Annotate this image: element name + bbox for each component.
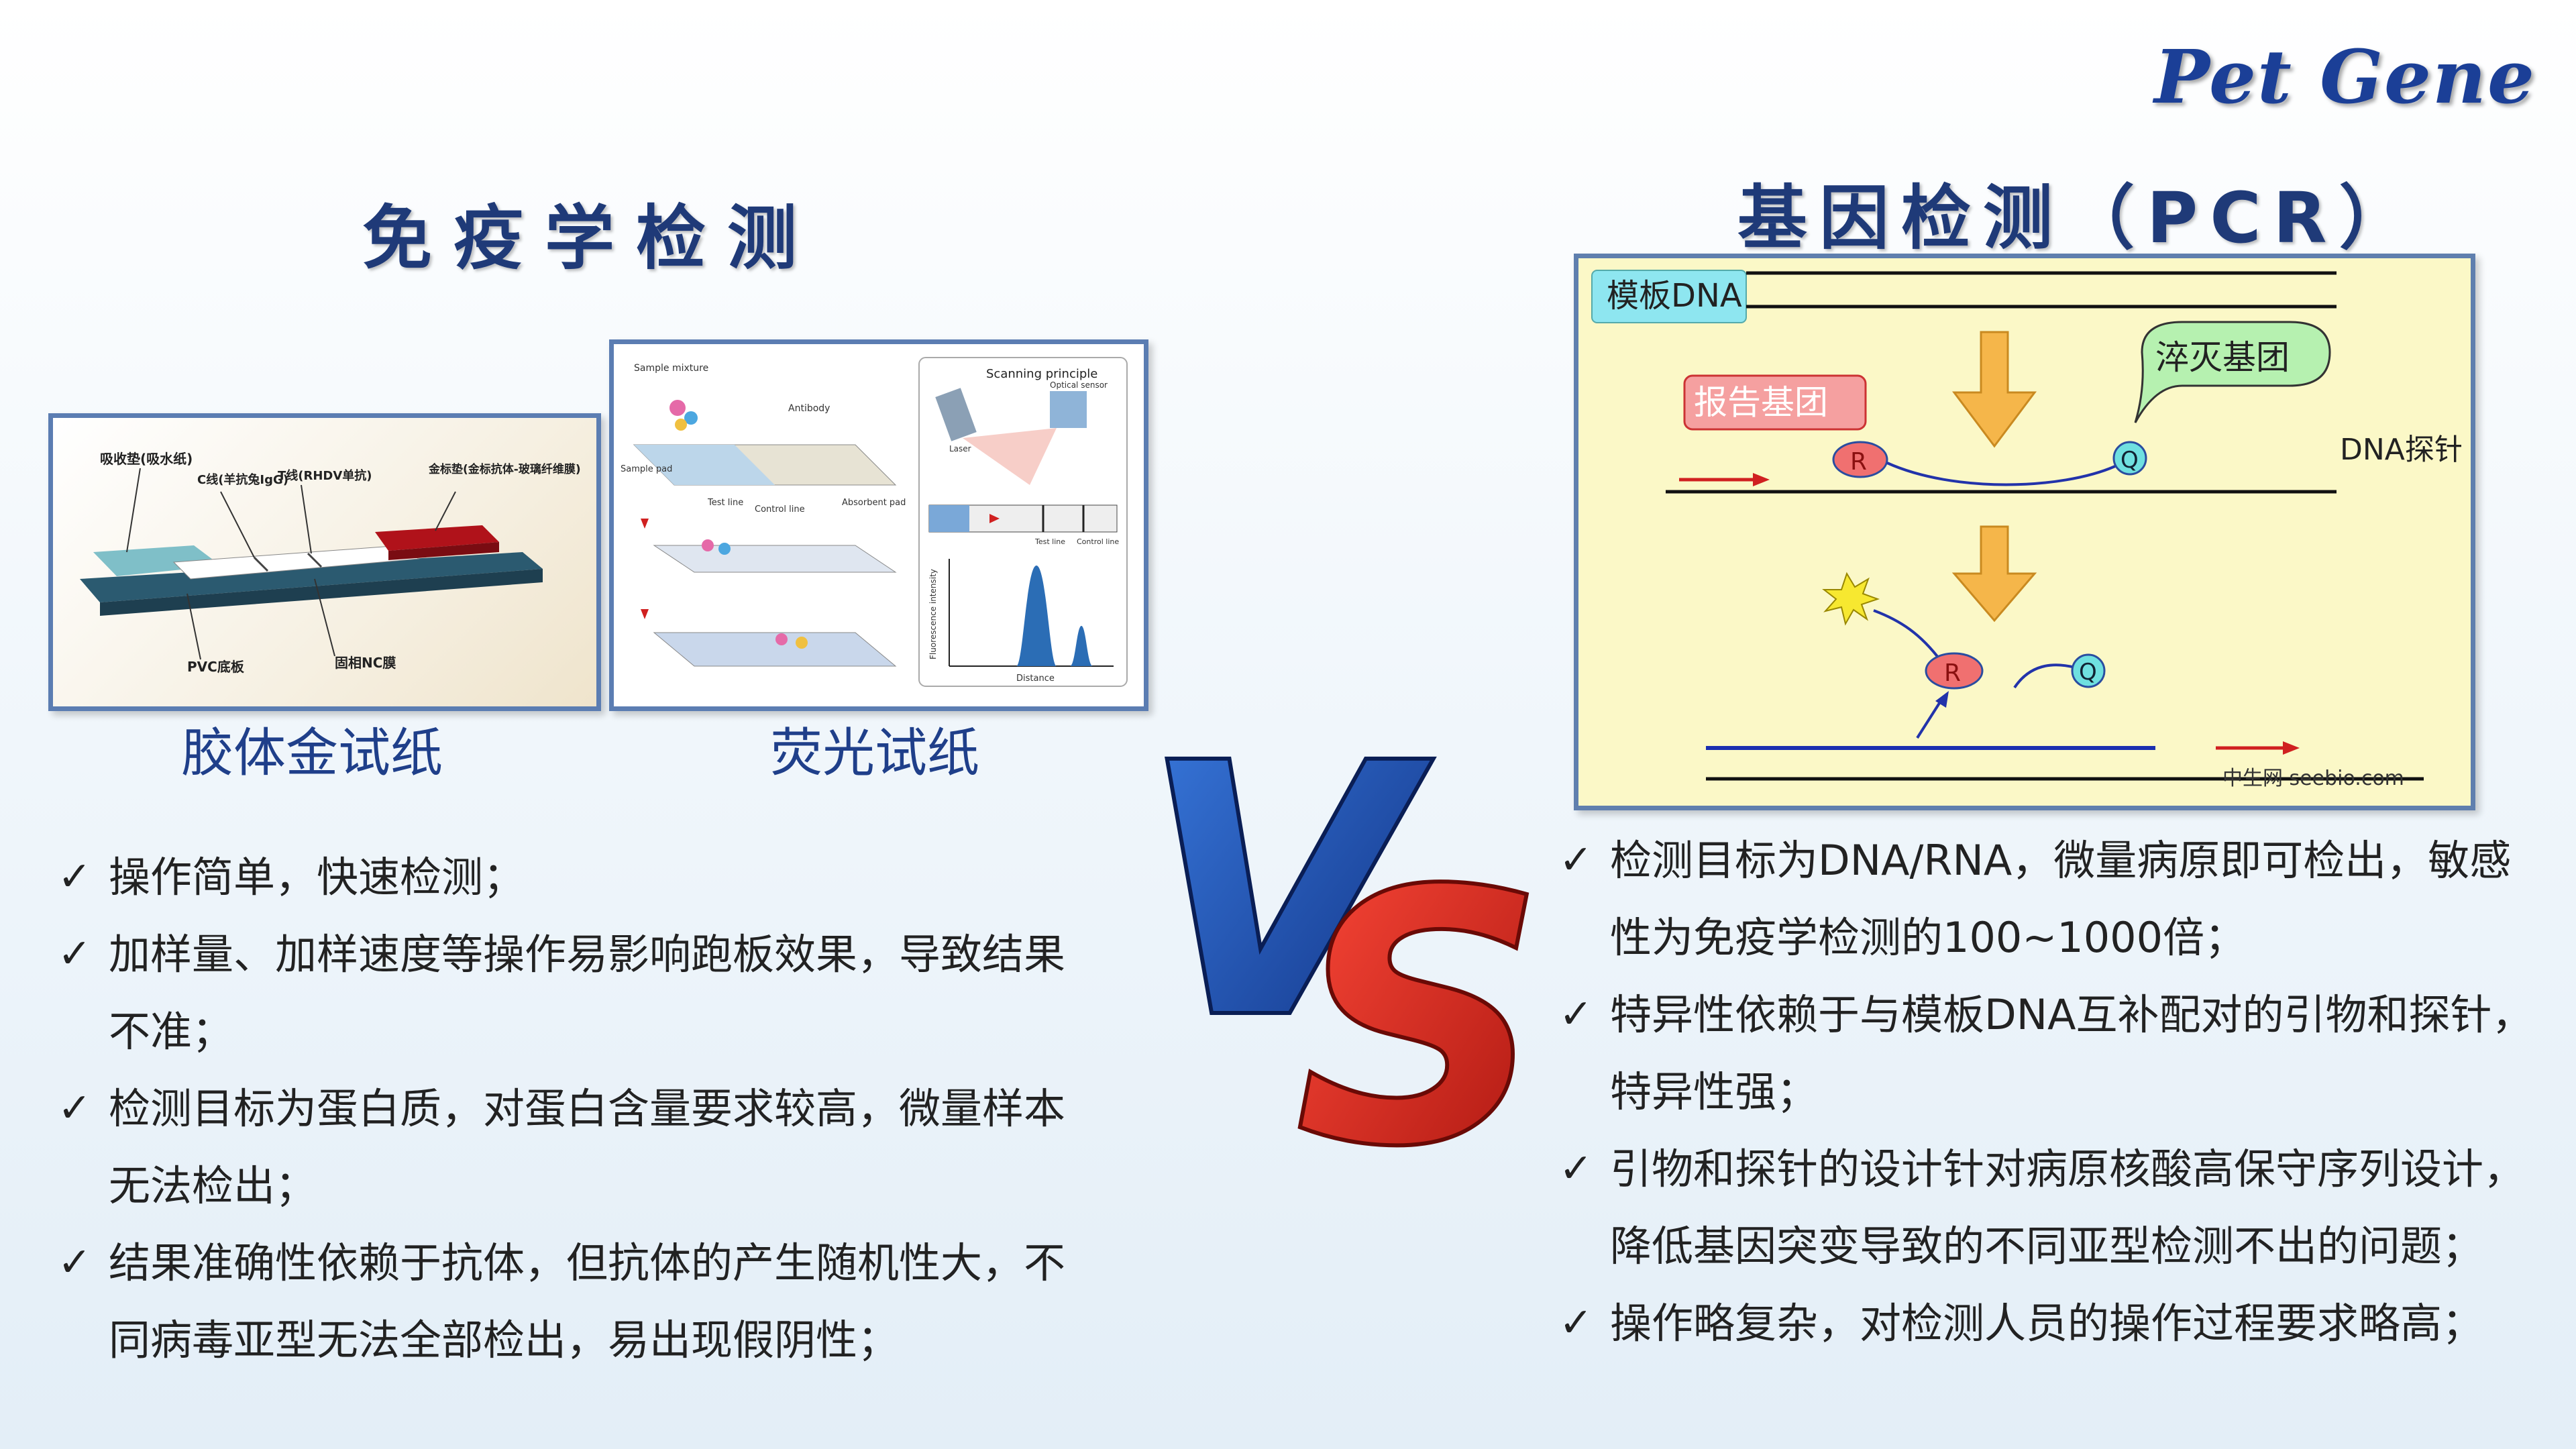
fluorescence-intensity-label: Fluorescence intensity (928, 569, 938, 659)
vs-graphic: V S (1140, 711, 1548, 1167)
reporter-r-1: R (1850, 448, 1867, 476)
immunology-bullet-list: ✓ 操作简单，快速检测； ✓ 加样量、加样速度等操作易影响跑板效果，导致结果不准； … (52, 839, 1099, 1379)
pet-gene-logo: Pet Gene (2154, 34, 2536, 120)
t-line-label: T线(RHDV单抗) (278, 468, 372, 483)
fluorescence-caption: 荧光试纸 (770, 723, 980, 784)
immunology-bullet: ✓ 操作简单，快速检测； (52, 839, 1099, 916)
pcr-bullet: ✓ 引物和探针的设计针对病原核酸高保守序列设计，降低基因突变导致的不同亚型检测不出… (1554, 1130, 2546, 1285)
distance-label: Distance (1016, 674, 1055, 684)
quencher-q-2: Q (2079, 659, 2097, 686)
reporter-r-2: R (1944, 659, 1961, 687)
vs-letter-s: S (1295, 816, 1546, 1167)
scanning-principle-label: Scanning principle (986, 367, 1097, 381)
dna-probe-label: DNA探针 (2340, 433, 2461, 467)
check-icon: ✓ (58, 853, 92, 900)
c-line-label: C线(羊抗兔IgG) (197, 472, 288, 487)
check-icon: ✓ (1559, 1145, 1593, 1192)
pcr-bullet-list: ✓ 检测目标为DNA/RNA，微量病原即可检出，敏感性为免疫学检测的100~100… (1554, 822, 2546, 1362)
pcr-probe-diagram: 模板DNA 报告基团 淬灭基团 DNA探针 R Q R Q 中生网 seebio… (1574, 254, 2475, 810)
control-line-label-2: Control line (1077, 537, 1119, 546)
reporter-label: 报告基团 (1694, 383, 1828, 422)
immunology-bullet: ✓ 检测目标为蛋白质，对蛋白含量要求较高，微量样本无法检出； (52, 1070, 1099, 1224)
absorbent-pad-en-label: Absorbent pad (842, 498, 906, 508)
check-icon: ✓ (1559, 991, 1593, 1038)
check-icon: ✓ (1559, 837, 1593, 883)
colloidal-gold-caption: 胶体金试纸 (181, 723, 443, 784)
template-dna-label: 模板DNA (1607, 277, 1742, 315)
colloidal-gold-strip-figure: 吸收垫(吸水纸) C线(羊抗兔IgG) T线(RHDV单抗) 金标垫(金标抗体-… (48, 413, 601, 711)
strip-sequence (633, 400, 897, 667)
test-line-label: Test line (707, 498, 743, 508)
immunology-title: 免疫学检测 (362, 197, 819, 279)
pcr-bullet: ✓ 检测目标为DNA/RNA，微量病原即可检出，敏感性为免疫学检测的100~100… (1554, 822, 2546, 976)
nc-membrane-label: 固相NC膜 (335, 655, 396, 671)
fluorescence-strip-figure: Sample mixture Antibody Sample pad Test … (609, 339, 1148, 711)
check-icon: ✓ (58, 1239, 92, 1286)
antibody-label: Antibody (788, 403, 830, 414)
sample-mixture-label: Sample mixture (634, 363, 708, 374)
immunology-bullet: ✓ 结果准确性依赖于抗体，但抗体的产生随机性大，不同病毒亚型无法全部检出，易出现假… (52, 1224, 1099, 1379)
laser-label: Laser (949, 444, 971, 453)
quencher-q-1: Q (2121, 447, 2139, 474)
control-line-label: Control line (755, 504, 805, 515)
gold-pad-label: 金标垫(金标抗体-玻璃纤维膜) (428, 462, 581, 476)
check-icon: ✓ (1559, 1299, 1593, 1346)
check-icon: ✓ (58, 1085, 92, 1132)
immunology-bullet: ✓ 加样量、加样速度等操作易影响跑板效果，导致结果不准； (52, 916, 1099, 1070)
pvc-label: PVC底板 (187, 659, 245, 675)
pcr-title: 基因检测（PCR） (1737, 177, 2421, 259)
absorbent-pad-label: 吸收垫(吸水纸) (100, 451, 193, 467)
optical-sensor-label: Optical sensor (1050, 380, 1108, 390)
pcr-bullet: ✓ 特异性依赖于与模板DNA互补配对的引物和探针，特异性强； (1554, 976, 2546, 1130)
quencher-label: 淬灭基团 (2155, 338, 2290, 377)
pcr-bullet: ✓ 操作略复杂，对检测人员的操作过程要求略高； (1554, 1285, 2546, 1362)
check-icon: ✓ (58, 930, 92, 977)
test-line-label-2: Test line (1034, 537, 1065, 546)
watermark-text: 中生网 seebio.com (2222, 767, 2404, 790)
sample-pad-label: Sample pad (621, 464, 672, 474)
